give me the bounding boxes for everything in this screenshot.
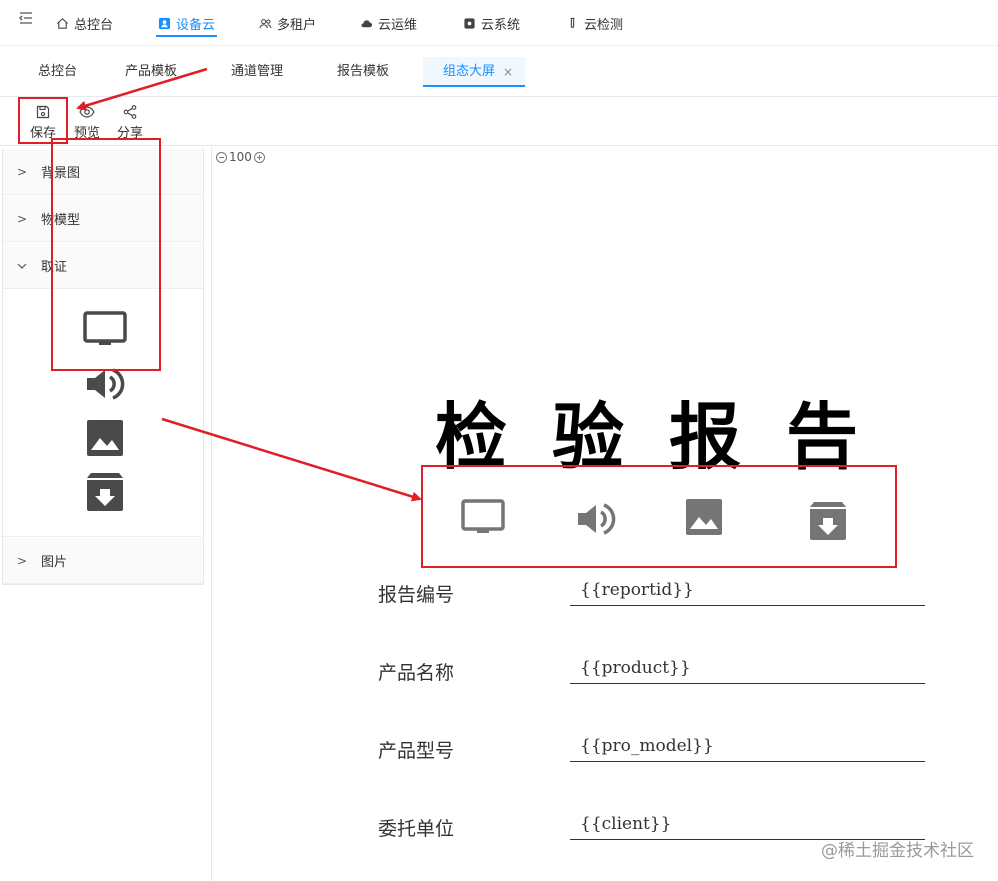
monitor-icon[interactable]	[459, 494, 507, 542]
nav-item-label: 云运维	[378, 17, 418, 33]
nav-item-cloud-test[interactable]: 云检测	[566, 0, 623, 46]
nav-item-device-cloud[interactable]: 设备云	[155, 0, 218, 46]
zoom-control: 100	[216, 150, 265, 164]
cloud-icon	[361, 19, 373, 27]
image-icon[interactable]	[680, 493, 728, 541]
field-label-product: 产品名称	[378, 662, 455, 684]
eye-icon	[79, 106, 95, 118]
field-label-report-id: 报告编号	[378, 584, 455, 606]
zoom-in-icon[interactable]	[253, 151, 265, 163]
image-icon[interactable]	[81, 414, 129, 462]
top-nav: 总控台 设备云 多租户 云运维 云系统 云检测	[0, 0, 998, 46]
nav-item-label: 云检测	[584, 17, 624, 33]
field-value-model[interactable]: {{pro_model}}	[570, 734, 925, 762]
close-icon[interactable]: ×	[503, 57, 513, 87]
collapse-left-icon[interactable]	[18, 10, 34, 26]
chevron-right-icon: >	[16, 211, 28, 226]
chevron-down-icon	[3, 259, 41, 273]
page-tabs: 总控台 产品模板 通道管理 报告模板 组态大屏 ×	[0, 47, 998, 97]
nav-item-cloud-system[interactable]: 云系统	[463, 0, 520, 46]
archive-download-icon[interactable]	[804, 497, 852, 545]
tab-dashboard[interactable]: 总控台	[38, 57, 77, 87]
share-icon	[123, 105, 137, 119]
tab-label: 组态大屏	[443, 64, 496, 79]
nav-item-label: 云系统	[481, 17, 521, 33]
users-icon	[259, 18, 272, 28]
share-button[interactable]: 分享	[112, 102, 148, 141]
field-value-product[interactable]: {{product}}	[570, 656, 925, 684]
chevron-right-icon: >	[16, 553, 28, 568]
nav-item-label: 多租户	[277, 17, 317, 33]
field-label-model: 产品型号	[378, 740, 455, 762]
nav-item-multi-tenant[interactable]: 多租户	[259, 0, 316, 46]
device-icon	[158, 17, 171, 29]
section-picture[interactable]: > 图片	[3, 538, 203, 584]
archive-download-icon[interactable]	[81, 468, 129, 516]
nav-item-dashboard[interactable]: 总控台	[56, 0, 113, 46]
preview-button[interactable]: 预览	[69, 102, 105, 141]
nav-item-label: 设备云	[176, 17, 216, 33]
test-tube-icon	[570, 17, 575, 28]
tab-scada-screen[interactable]: 组态大屏 ×	[423, 57, 526, 87]
tab-product-template[interactable]: 产品模板	[125, 57, 177, 87]
field-value-report-id[interactable]: {{reportid}}	[570, 578, 925, 606]
nav-item-cloud-ops[interactable]: 云运维	[360, 0, 417, 46]
panel-divider	[211, 147, 212, 881]
home-icon	[57, 17, 68, 29]
nav-item-label: 总控台	[74, 17, 114, 33]
tab-channel-management[interactable]: 通道管理	[231, 57, 283, 87]
zoom-level: 100	[229, 150, 252, 164]
volume-icon[interactable]	[572, 495, 620, 543]
chevron-right-icon: >	[16, 164, 28, 179]
watermark: @稀土掘金技术社区	[821, 841, 974, 861]
save-highlight-box	[18, 97, 68, 144]
system-icon	[464, 17, 475, 29]
tab-report-template[interactable]: 报告模板	[337, 57, 389, 87]
zoom-out-icon[interactable]	[216, 151, 227, 163]
components-highlight-box	[51, 138, 161, 371]
section-label: 图片	[41, 555, 68, 570]
field-label-client: 委托单位	[378, 818, 455, 840]
